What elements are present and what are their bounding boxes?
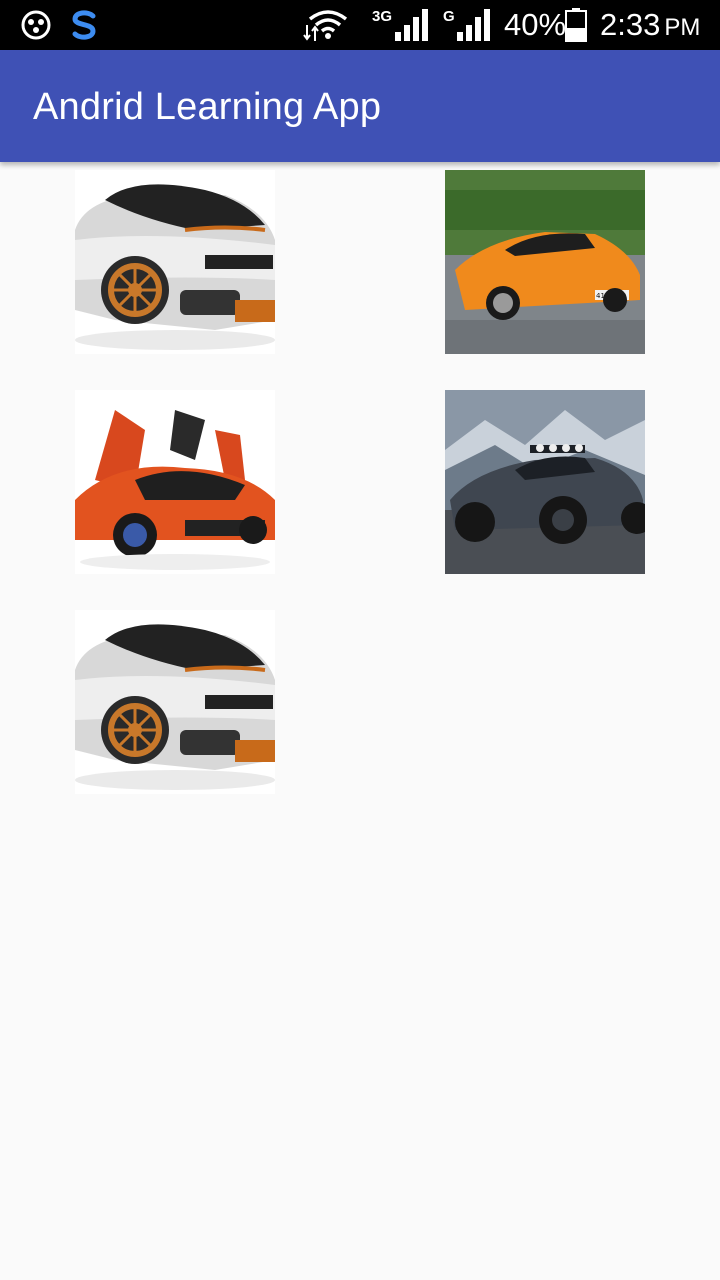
- s-logo-icon: [66, 7, 102, 43]
- battery-icon: [564, 8, 588, 42]
- app-bar: Andrid Learning App: [0, 50, 720, 162]
- network-type-label: 3G: [372, 8, 393, 25]
- wifi-icon: [308, 9, 348, 41]
- cell-signal-icon-2: [456, 8, 490, 41]
- battery-percentage: 40%: [504, 7, 567, 42]
- clock-ampm: PM: [664, 14, 701, 41]
- notification-app-icon: [20, 9, 52, 41]
- car-image-2[interactable]: 415 KAD: [445, 170, 645, 354]
- clock: 2:33 PM: [600, 7, 700, 43]
- car-image-4[interactable]: [445, 390, 645, 574]
- car-image-3[interactable]: [75, 390, 275, 574]
- clock-time: 2:33: [600, 7, 661, 42]
- app-title: Andrid Learning App: [33, 86, 382, 128]
- car-image-5[interactable]: [75, 610, 275, 794]
- status-bar: 3G G 40% 2:33 PM: [0, 0, 720, 50]
- network-type-label-2: G: [443, 8, 455, 25]
- cell-signal-icon: [394, 8, 428, 41]
- car-image-1[interactable]: [75, 170, 275, 354]
